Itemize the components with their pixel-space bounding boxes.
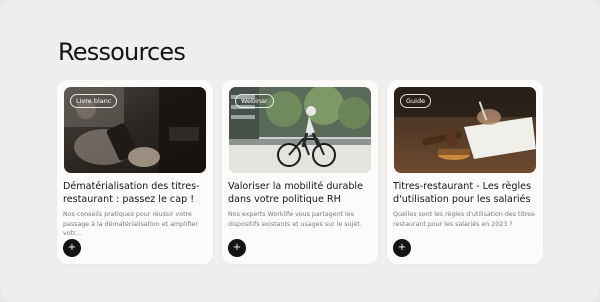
plus-icon-button[interactable]: + [393, 239, 411, 257]
card-image-phone-payment: Livre blanc [64, 87, 206, 173]
card-title[interactable]: Dématérialisation des titres-restaurant … [63, 181, 209, 206]
resource-card-webinar[interactable]: Webinar Valoriser la mobilité durable da… [222, 80, 378, 264]
card-description: Quelles sont les règles d'utilisation de… [393, 211, 537, 228]
card-badge: Livre blanc [70, 94, 118, 108]
card-image-gavel: Guide [394, 87, 536, 173]
card-badge: Webinar [235, 94, 274, 108]
card-description: Nos experts Worklife vous partagent les … [228, 211, 362, 228]
card-description: Nos conseils pratiques pour réussir votr… [63, 211, 198, 237]
card-title[interactable]: Valoriser la mobilité durable dans votre… [228, 181, 374, 206]
card-badge: Guide [400, 94, 432, 108]
section-title: Ressources [58, 38, 186, 66]
card-title[interactable]: Titres-restaurant - Les règles d'utilisa… [393, 181, 539, 206]
resource-card-guide[interactable]: Guide Titres-restaurant - Les règles d'u… [387, 80, 543, 264]
card-image-cyclist: Webinar [229, 87, 371, 173]
resources-section: Ressources Livre blanc Dématérialisation… [0, 0, 600, 302]
resource-card-ebook[interactable]: Livre blanc Dématérialisation des titres… [57, 80, 213, 264]
plus-icon-button[interactable]: + [228, 239, 246, 257]
plus-icon-button[interactable]: + [63, 239, 81, 257]
